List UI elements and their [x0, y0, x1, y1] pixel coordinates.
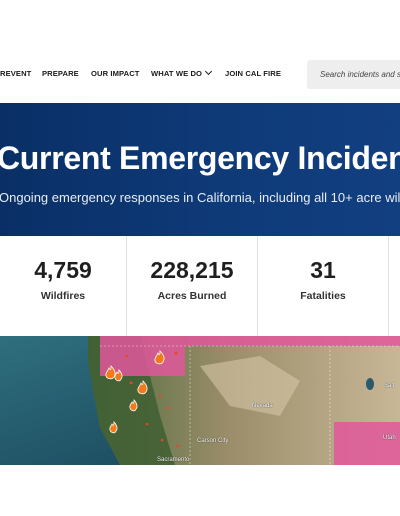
map-label-sacramento: Sacramento — [157, 457, 190, 463]
stat-divider — [388, 236, 389, 336]
map-label-utah: Utah — [383, 435, 396, 441]
nav-item-join-cal-fire[interactable]: JOIN CAL FIRE — [225, 69, 281, 78]
page-footer-space — [0, 465, 400, 516]
stat-label: Acres Burned — [157, 290, 227, 302]
map-label-salt-lake: Salt — [384, 383, 395, 389]
incident-dot — [166, 406, 170, 410]
map-canvas — [0, 336, 400, 465]
stat-value: 31 — [310, 257, 336, 283]
stat-label: Wildfires — [40, 290, 86, 302]
nav-item-what-we-do-label: WHAT WE DO — [151, 69, 203, 78]
top-bar — [0, 0, 400, 54]
nav-item-prepare[interactable]: PREPARE — [42, 69, 79, 78]
map-label-nevada: Nevada — [252, 403, 273, 409]
stat-acres-burned: 228,215 Acres Burned — [127, 236, 257, 336]
stat-value: 228,215 — [150, 257, 234, 283]
stats-row: 4,759 Wildfires 228,215 Acres Burned 31 … — [0, 236, 400, 336]
nav-item-our-impact[interactable]: OUR IMPACT — [91, 69, 140, 78]
alert-zone-north — [100, 336, 400, 346]
page-subtitle: Ongoing emergency responses in Californi… — [0, 190, 400, 205]
lake — [366, 378, 374, 390]
stat-label: Fatalities — [300, 290, 346, 302]
search-placeholder: Search incidents and sa — [320, 70, 400, 79]
incident-dot — [145, 422, 149, 426]
incident-dot — [125, 354, 129, 358]
chevron-down-icon — [205, 67, 213, 76]
alert-zone-utah — [334, 422, 400, 465]
nav-item-what-we-do[interactable]: WHAT WE DO — [151, 67, 213, 78]
incident-dot — [160, 438, 164, 442]
stat-fatalities: 31 Fatalities — [258, 236, 388, 336]
incident-dot — [174, 351, 178, 355]
incident-dot — [176, 444, 180, 448]
incident-dot — [129, 381, 133, 385]
stat-wildfires: 4,759 Wildfires — [0, 236, 126, 336]
incident-dot — [158, 394, 162, 398]
map-label-carson-city: Carson City — [197, 438, 229, 444]
nav-item-prevent[interactable]: REVENT — [0, 69, 31, 78]
page-title: Current Emergency Incidents — [0, 140, 400, 176]
hero-banner: Current Emergency Incidents Ongoing emer… — [0, 103, 400, 236]
stat-value: 4,759 — [34, 257, 92, 283]
incident-map[interactable]: Nevada Carson City Sacramento Salt Utah — [0, 336, 400, 465]
search-input[interactable]: Search incidents and sa — [307, 60, 400, 89]
